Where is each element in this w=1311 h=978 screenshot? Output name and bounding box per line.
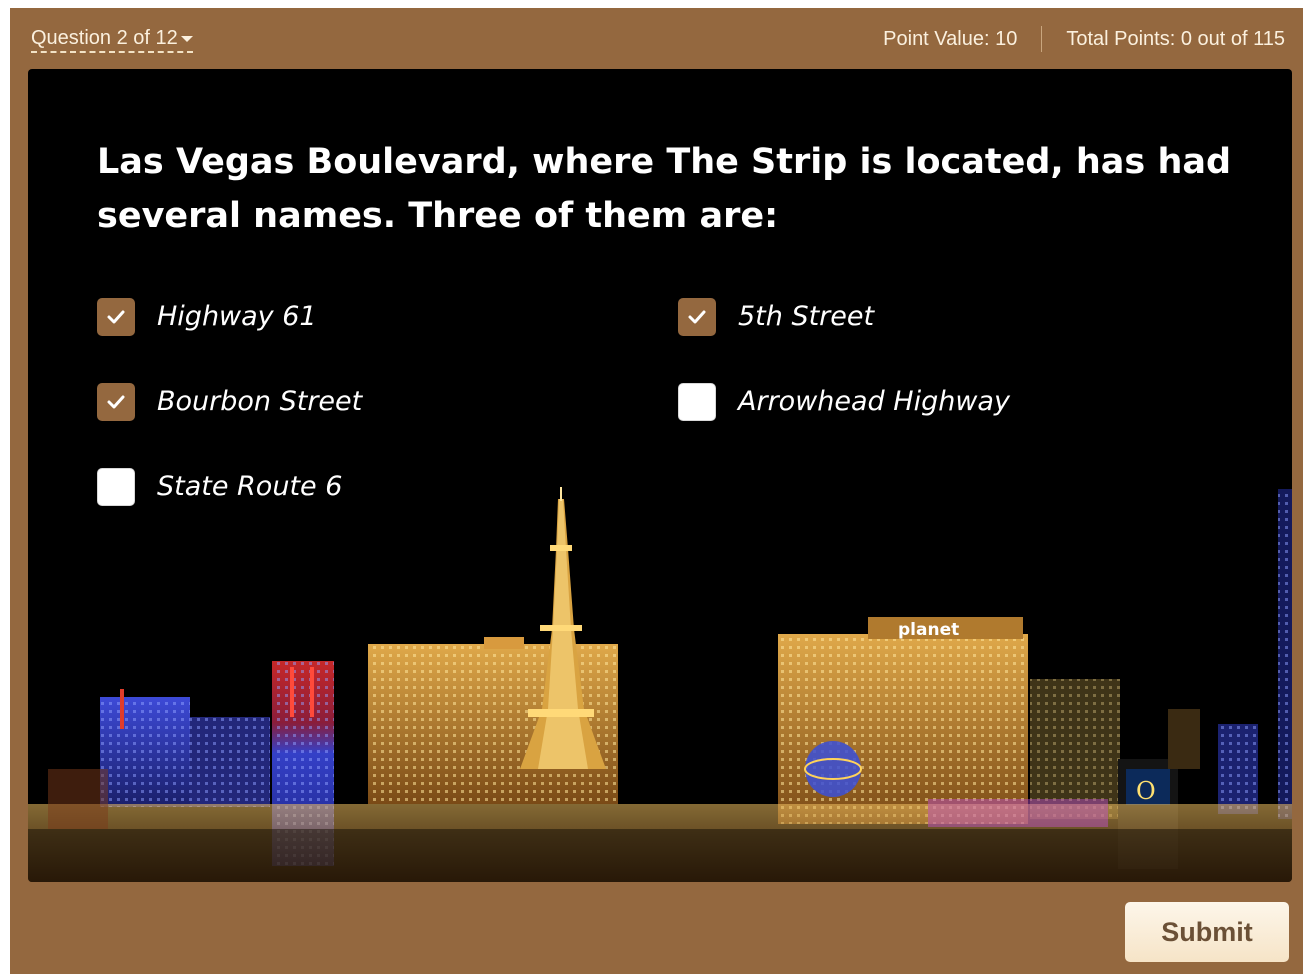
option-checkbox[interactable] (97, 468, 135, 506)
question-slide: planet O Las Vegas Boulevard, where The … (28, 69, 1292, 882)
option-label: Highway 61 (157, 301, 317, 332)
o-sign: O (1136, 777, 1156, 805)
check-icon (688, 310, 706, 324)
submit-button[interactable]: Submit (1125, 902, 1289, 962)
chevron-down-icon (180, 36, 193, 42)
option-label: Bourbon Street (157, 386, 363, 417)
score-divider (1041, 26, 1043, 52)
option-label: 5th Street (738, 301, 875, 332)
option-label: Arrowhead Highway (738, 386, 1010, 417)
option-arrowhead-highway[interactable]: Arrowhead Highway (678, 383, 1010, 421)
score-area: Point Value: 10 Total Points: 0 out of 1… (883, 26, 1285, 52)
quiz-frame: Question 2 of 12 Point Value: 10 Total P… (10, 8, 1303, 974)
option-checkbox[interactable] (678, 383, 716, 421)
option-state-route-6[interactable]: State Route 6 (97, 468, 342, 506)
point-value: Point Value: 10 (883, 28, 1018, 50)
question-counter: Question 2 of 12 (31, 27, 178, 49)
check-icon (107, 310, 125, 324)
check-icon (107, 395, 125, 409)
quiz-header: Question 2 of 12 Point Value: 10 Total P… (10, 8, 1303, 68)
option-bourbon-street[interactable]: Bourbon Street (97, 383, 362, 421)
total-points: Total Points: 0 out of 115 (1066, 28, 1285, 50)
question-prompt: Las Vegas Boulevard, where The Strip is … (97, 142, 1232, 236)
option-label: State Route 6 (157, 471, 343, 502)
option-checkbox[interactable] (97, 298, 135, 336)
option-5th-street[interactable]: 5th Street (678, 298, 874, 336)
planet-sign: planet (898, 620, 959, 640)
option-checkbox[interactable] (97, 383, 135, 421)
question-navigation-dropdown[interactable]: Question 2 of 12 (31, 26, 193, 53)
option-checkbox[interactable] (678, 298, 716, 336)
option-highway-61[interactable]: Highway 61 (97, 298, 317, 336)
